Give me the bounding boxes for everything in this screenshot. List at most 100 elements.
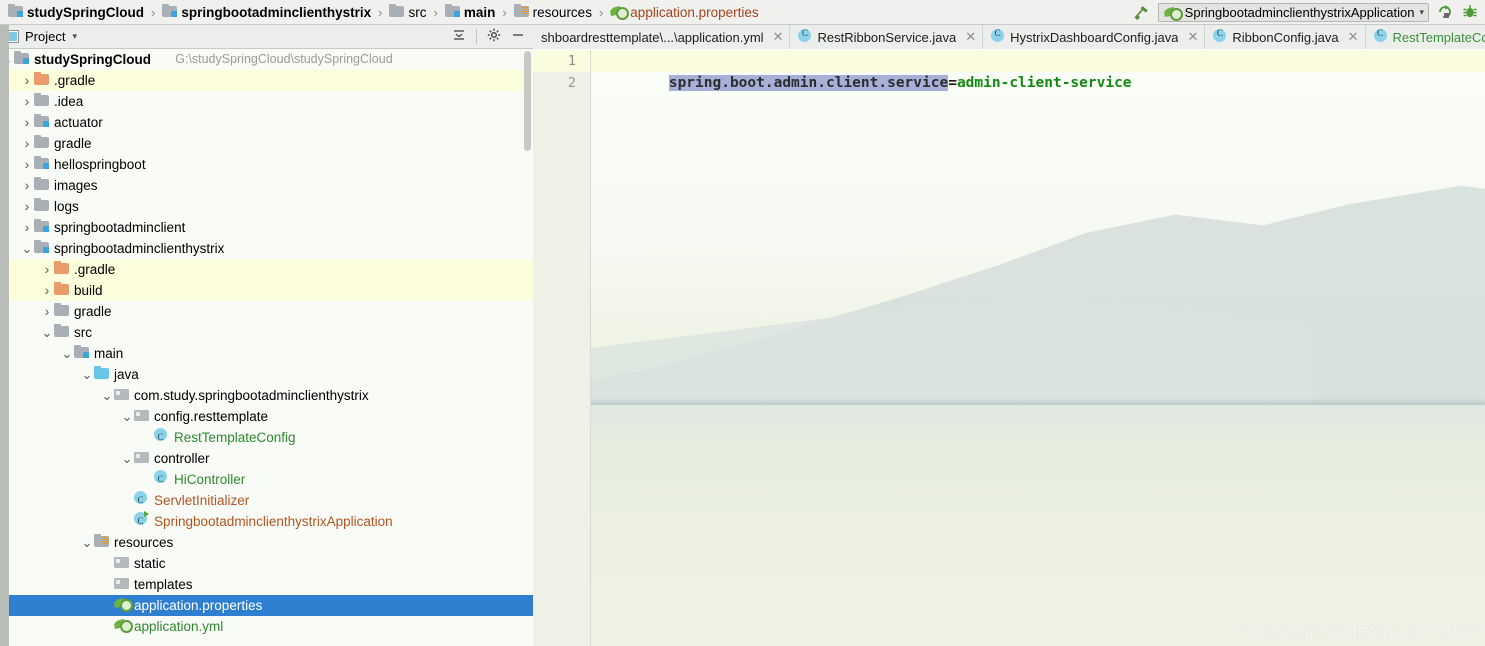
tree-node[interactable]: ⌄ main <box>0 343 533 364</box>
chevron-right-icon[interactable]: › <box>21 154 33 175</box>
folder-orange-icon <box>54 280 70 301</box>
collapse-all-icon[interactable] <box>452 28 466 45</box>
tree-node[interactable]: templates <box>0 574 533 595</box>
tree-node[interactable]: ⌄studySpringCloudG:\studySpringCloud\stu… <box>0 49 533 70</box>
tree-node[interactable]: › logs <box>0 196 533 217</box>
code-line-1[interactable]: spring.boot.admin.client.service=admin-c… <box>591 50 1485 91</box>
tree-node[interactable]: static <box>0 553 533 574</box>
tree-node[interactable]: ServletInitializer <box>0 490 533 511</box>
breadcrumb-item-application-properties[interactable]: application.properties <box>608 0 760 24</box>
editor-tab-label: HystrixDashboardConfig.java <box>1010 29 1179 45</box>
editor-tab-label: RestTemplateConfig. <box>1392 29 1485 45</box>
chevron-right-icon[interactable]: › <box>21 175 33 196</box>
breadcrumb-separator: › <box>151 4 156 20</box>
chevron-down-icon[interactable]: ⌄ <box>61 346 73 362</box>
run-configuration-selector[interactable]: SpringbootadminclienthystrixApplication … <box>1157 2 1429 22</box>
tree-node[interactable]: › .idea <box>0 91 533 112</box>
editor-tab[interactable]: RibbonConfig.java ✕ <box>1205 25 1366 49</box>
chevron-down-icon[interactable]: ⌄ <box>101 388 113 404</box>
chevron-right-icon[interactable]: › <box>21 112 33 133</box>
project-panel-header: Project ▾ <box>0 25 533 49</box>
chevron-down-icon[interactable]: ▾ <box>1419 7 1424 18</box>
editor-tab-label: RestRibbonService.java <box>817 29 957 45</box>
tree-node[interactable]: application.yml <box>0 616 533 637</box>
rerun-icon[interactable] <box>1436 3 1454 21</box>
tree-node-label: logs <box>54 199 79 214</box>
tree-node[interactable]: ⌄ src <box>0 322 533 343</box>
chevron-down-icon[interactable]: ⌄ <box>81 535 93 551</box>
tree-node[interactable]: › build <box>0 280 533 301</box>
tree-node[interactable]: › actuator <box>0 112 533 133</box>
tree-node[interactable]: › .gradle <box>0 70 533 91</box>
close-icon[interactable]: ✕ <box>773 29 784 45</box>
breadcrumb-item-src[interactable]: src <box>387 0 428 24</box>
chevron-right-icon[interactable]: › <box>41 280 53 301</box>
breadcrumb-separator: › <box>502 4 507 20</box>
editor-tab[interactable]: shboardresttemplate\...\application.yml ✕ <box>533 25 791 49</box>
tree-node[interactable]: › hellospringboot <box>0 154 533 175</box>
breadcrumb-item-studyspringcloud[interactable]: studySpringCloud <box>6 0 146 24</box>
tree-node-label: .gradle <box>54 73 96 88</box>
tree-node[interactable]: ⌄ springbootadminclienthystrix <box>0 238 533 259</box>
selected-property-key[interactable]: spring.boot.admin.client.service <box>668 75 949 91</box>
tree-node[interactable]: ⌄ com.study.springbootadminclienthystrix <box>0 385 533 406</box>
tree-node[interactable]: › gradle <box>0 301 533 322</box>
breadcrumb-item-resources[interactable]: resources <box>512 0 594 24</box>
breadcrumb-item-springbootadminclienthystrix[interactable]: springbootadminclienthystrix <box>160 0 373 24</box>
hammer-icon[interactable] <box>1133 3 1151 21</box>
editor-tab-bar[interactable]: shboardresttemplate\...\application.yml ✕… <box>533 25 1485 49</box>
tree-node[interactable]: ⌄ config.resttemplate <box>0 406 533 427</box>
tree-node[interactable]: RestTemplateConfig <box>0 427 533 448</box>
java-class-icon <box>991 28 1005 46</box>
property-value[interactable]: admin-client-service <box>957 75 1132 91</box>
chevron-right-icon[interactable]: › <box>41 301 53 322</box>
minimize-icon[interactable] <box>511 28 525 45</box>
editor-tab[interactable]: RestTemplateConfig. <box>1365 25 1485 49</box>
folder-icon <box>34 175 50 196</box>
tree-node[interactable]: ⌄ resources <box>0 532 533 553</box>
tree-node[interactable]: › gradle <box>0 133 533 154</box>
chevron-right-icon[interactable]: › <box>41 259 53 280</box>
project-tree[interactable]: ⌄ studySpringCloud G:\studySpringCloud\stu… <box>0 49 533 646</box>
close-icon[interactable]: ✕ <box>1348 29 1359 45</box>
breadcrumb-bar: studySpringCloud › springbootadminclienthy… <box>0 0 1485 25</box>
spring-boot-run-icon <box>1164 5 1183 21</box>
chevron-right-icon[interactable]: › <box>21 217 33 238</box>
editor-code-content[interactable]: spring.boot.admin.client.service=admin-c… <box>591 50 1485 646</box>
tree-node[interactable]: SpringbootadminclienthystrixApplication <box>0 511 533 532</box>
chevron-down-icon[interactable]: ⌄ <box>21 241 33 257</box>
editor-tab[interactable]: RestRibbonService.java ✕ <box>790 25 984 49</box>
tree-node[interactable]: application.properties <box>0 595 533 616</box>
chevron-right-icon[interactable]: › <box>21 196 33 217</box>
folder-icon <box>34 133 50 154</box>
chevron-down-icon[interactable]: ⌄ <box>41 325 53 341</box>
breadcrumb-item-label: resources <box>532 4 592 20</box>
gear-icon[interactable] <box>487 28 501 45</box>
breadcrumb-item-label: springbootadminclienthystrix <box>181 4 372 20</box>
folder-icon <box>34 91 50 112</box>
tree-node[interactable]: › .gradle <box>0 259 533 280</box>
line-number: 2 <box>567 75 576 91</box>
chevron-right-icon[interactable]: › <box>21 70 33 91</box>
close-icon[interactable]: ✕ <box>1187 29 1198 45</box>
chevron-down-icon[interactable]: ⌄ <box>121 451 133 467</box>
tree-node-label: SpringbootadminclienthystrixApplication <box>154 514 393 529</box>
java-class-icon <box>154 469 170 490</box>
tree-node[interactable]: › images <box>0 175 533 196</box>
project-tree-scrollbar[interactable] <box>524 51 531 151</box>
tree-node[interactable]: › springbootadminclient <box>0 217 533 238</box>
folder-icon <box>34 196 50 217</box>
breadcrumb-item-main[interactable]: main <box>443 0 498 24</box>
chevron-right-icon[interactable]: › <box>21 91 33 112</box>
tree-node-label: config.resttemplate <box>154 409 269 424</box>
chevron-down-icon[interactable]: ▾ <box>72 31 77 42</box>
close-icon[interactable]: ✕ <box>965 29 976 45</box>
tree-node[interactable]: HiController <box>0 469 533 490</box>
tree-node[interactable]: ⌄ controller <box>0 448 533 469</box>
editor-tab[interactable]: HystrixDashboardConfig.java ✕ <box>983 25 1206 49</box>
tree-node[interactable]: ⌄ java <box>0 364 533 385</box>
chevron-down-icon[interactable]: ⌄ <box>81 367 93 383</box>
chevron-right-icon[interactable]: › <box>21 133 33 154</box>
debug-icon[interactable] <box>1461 3 1479 21</box>
chevron-down-icon[interactable]: ⌄ <box>121 409 133 425</box>
